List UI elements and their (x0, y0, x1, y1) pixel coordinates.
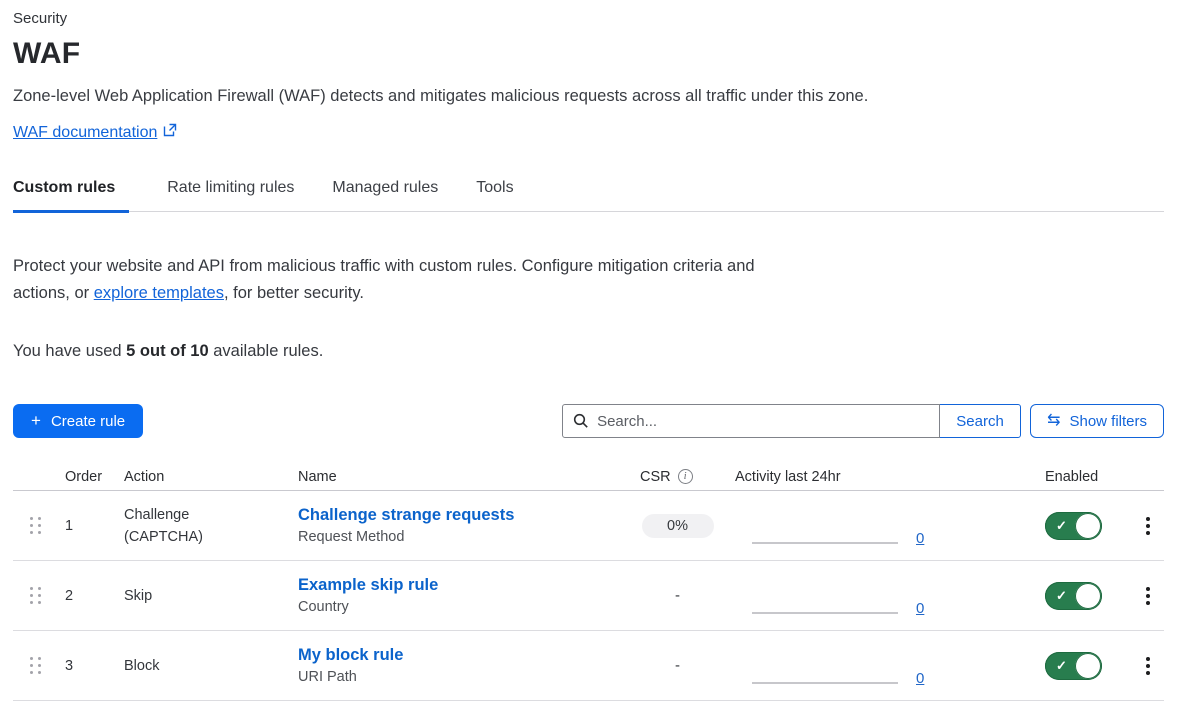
activity-sparkline (752, 542, 898, 544)
rule-action: Block (124, 655, 298, 677)
search-button[interactable]: Search (939, 404, 1021, 438)
rule-action-line2: (CAPTCHA) (124, 526, 298, 548)
rule-action-line1: Block (124, 655, 298, 677)
header-order: Order (65, 469, 124, 485)
rule-name-link[interactable]: Challenge strange requests (298, 506, 514, 525)
rule-criteria: Country (298, 599, 640, 615)
rule-order: 2 (65, 588, 124, 604)
swap-arrows-icon: ⇆ (1047, 413, 1060, 429)
external-link-icon (163, 123, 177, 142)
header-csr: CSR i (640, 469, 735, 485)
drag-handle-icon[interactable] (30, 657, 41, 674)
tab-custom-rules[interactable]: Custom rules (13, 179, 129, 211)
rule-action-line1: Skip (124, 585, 298, 607)
toolbar-right: Search ⇆ Show filters (562, 404, 1164, 438)
rule-criteria: Request Method (298, 529, 640, 545)
enabled-toggle[interactable]: ✓ (1045, 652, 1102, 680)
rule-name-cell: Example skip rule Country (298, 576, 640, 615)
header-activity: Activity last 24hr (735, 469, 961, 485)
rule-csr-cell: 0% (640, 514, 735, 538)
tab-tools[interactable]: Tools (476, 179, 513, 211)
rule-action: Challenge (CAPTCHA) (124, 504, 298, 548)
rule-activity-cell: 0 (735, 571, 961, 621)
csr-badge: 0% (642, 514, 714, 538)
rule-name-cell: My block rule URI Path (298, 646, 640, 685)
csr-value: - (675, 657, 680, 674)
toggle-knob (1075, 653, 1101, 679)
intro-text: Protect your website and API from malici… (13, 253, 758, 307)
tab-rate-limiting-rules[interactable]: Rate limiting rules (167, 179, 294, 211)
enabled-toggle[interactable]: ✓ (1045, 582, 1102, 610)
activity-count-link[interactable]: 0 (916, 671, 924, 688)
rule-order: 1 (65, 518, 124, 534)
usage-before: You have used (13, 342, 126, 360)
rule-csr-cell: - (640, 657, 735, 674)
explore-templates-link[interactable]: explore templates (94, 284, 224, 302)
csr-value: - (675, 587, 680, 604)
breadcrumb: Security (13, 8, 1164, 30)
info-icon[interactable]: i (678, 469, 693, 484)
search-icon (573, 413, 589, 429)
create-rule-button[interactable]: + Create rule (13, 404, 143, 438)
show-filters-label: Show filters (1069, 413, 1147, 430)
toggle-knob (1075, 513, 1101, 539)
page-title: WAF (13, 37, 1164, 71)
check-icon: ✓ (1056, 518, 1067, 534)
page-description: Zone-level Web Application Firewall (WAF… (13, 87, 1164, 106)
table-header: Order Action Name CSR i Activity last 24… (13, 463, 1164, 491)
table-row: 3 Block My block rule URI Path - 0 ✓ (13, 631, 1164, 701)
table-row: 1 Challenge (CAPTCHA) Challenge strange … (13, 491, 1164, 561)
row-menu-kebab-icon[interactable] (1139, 657, 1157, 675)
usage-count: 5 out of 10 (126, 342, 209, 360)
search-input[interactable] (562, 404, 940, 438)
rule-name-cell: Challenge strange requests Request Metho… (298, 506, 640, 545)
waf-page: Security WAF Zone-level Web Application … (0, 0, 1177, 701)
header-csr-label: CSR (640, 469, 671, 485)
rule-csr-cell: - (640, 587, 735, 604)
toggle-knob (1075, 583, 1101, 609)
waf-documentation-link-label: WAF documentation (13, 124, 157, 142)
toolbar: + Create rule Search ⇆ Show filters (13, 404, 1164, 438)
drag-handle-icon[interactable] (30, 517, 41, 534)
rules-table: Order Action Name CSR i Activity last 24… (13, 463, 1164, 701)
usage-text: You have used 5 out of 10 available rule… (13, 342, 1164, 361)
tab-bar: Custom rules Rate limiting rules Managed… (13, 179, 1164, 212)
create-rule-label: Create rule (51, 413, 125, 430)
rule-activity-cell: 0 (735, 501, 961, 551)
search-wrap (562, 404, 940, 438)
intro-after: , for better security. (224, 284, 364, 302)
tab-managed-rules[interactable]: Managed rules (332, 179, 438, 211)
rule-action-line1: Challenge (124, 504, 298, 526)
activity-sparkline (752, 612, 898, 614)
activity-count-link[interactable]: 0 (916, 531, 924, 548)
rule-criteria: URI Path (298, 669, 640, 685)
check-icon: ✓ (1056, 658, 1067, 674)
table-row: 2 Skip Example skip rule Country - 0 ✓ (13, 561, 1164, 631)
header-enabled: Enabled (1045, 469, 1137, 485)
row-menu-kebab-icon[interactable] (1139, 517, 1157, 535)
check-icon: ✓ (1056, 588, 1067, 604)
activity-sparkline (752, 682, 898, 684)
waf-documentation-link[interactable]: WAF documentation (13, 123, 177, 142)
rule-name-link[interactable]: Example skip rule (298, 576, 438, 595)
plus-icon: + (31, 411, 41, 431)
enabled-toggle[interactable]: ✓ (1045, 512, 1102, 540)
drag-handle-icon[interactable] (30, 587, 41, 604)
rule-activity-cell: 0 (735, 641, 961, 691)
show-filters-button[interactable]: ⇆ Show filters (1030, 404, 1164, 438)
header-name: Name (298, 469, 640, 485)
usage-after: available rules. (209, 342, 324, 360)
header-action: Action (124, 469, 298, 485)
rule-order: 3 (65, 658, 124, 674)
rule-name-link[interactable]: My block rule (298, 646, 403, 665)
row-menu-kebab-icon[interactable] (1139, 587, 1157, 605)
activity-count-link[interactable]: 0 (916, 601, 924, 618)
rule-action: Skip (124, 585, 298, 607)
